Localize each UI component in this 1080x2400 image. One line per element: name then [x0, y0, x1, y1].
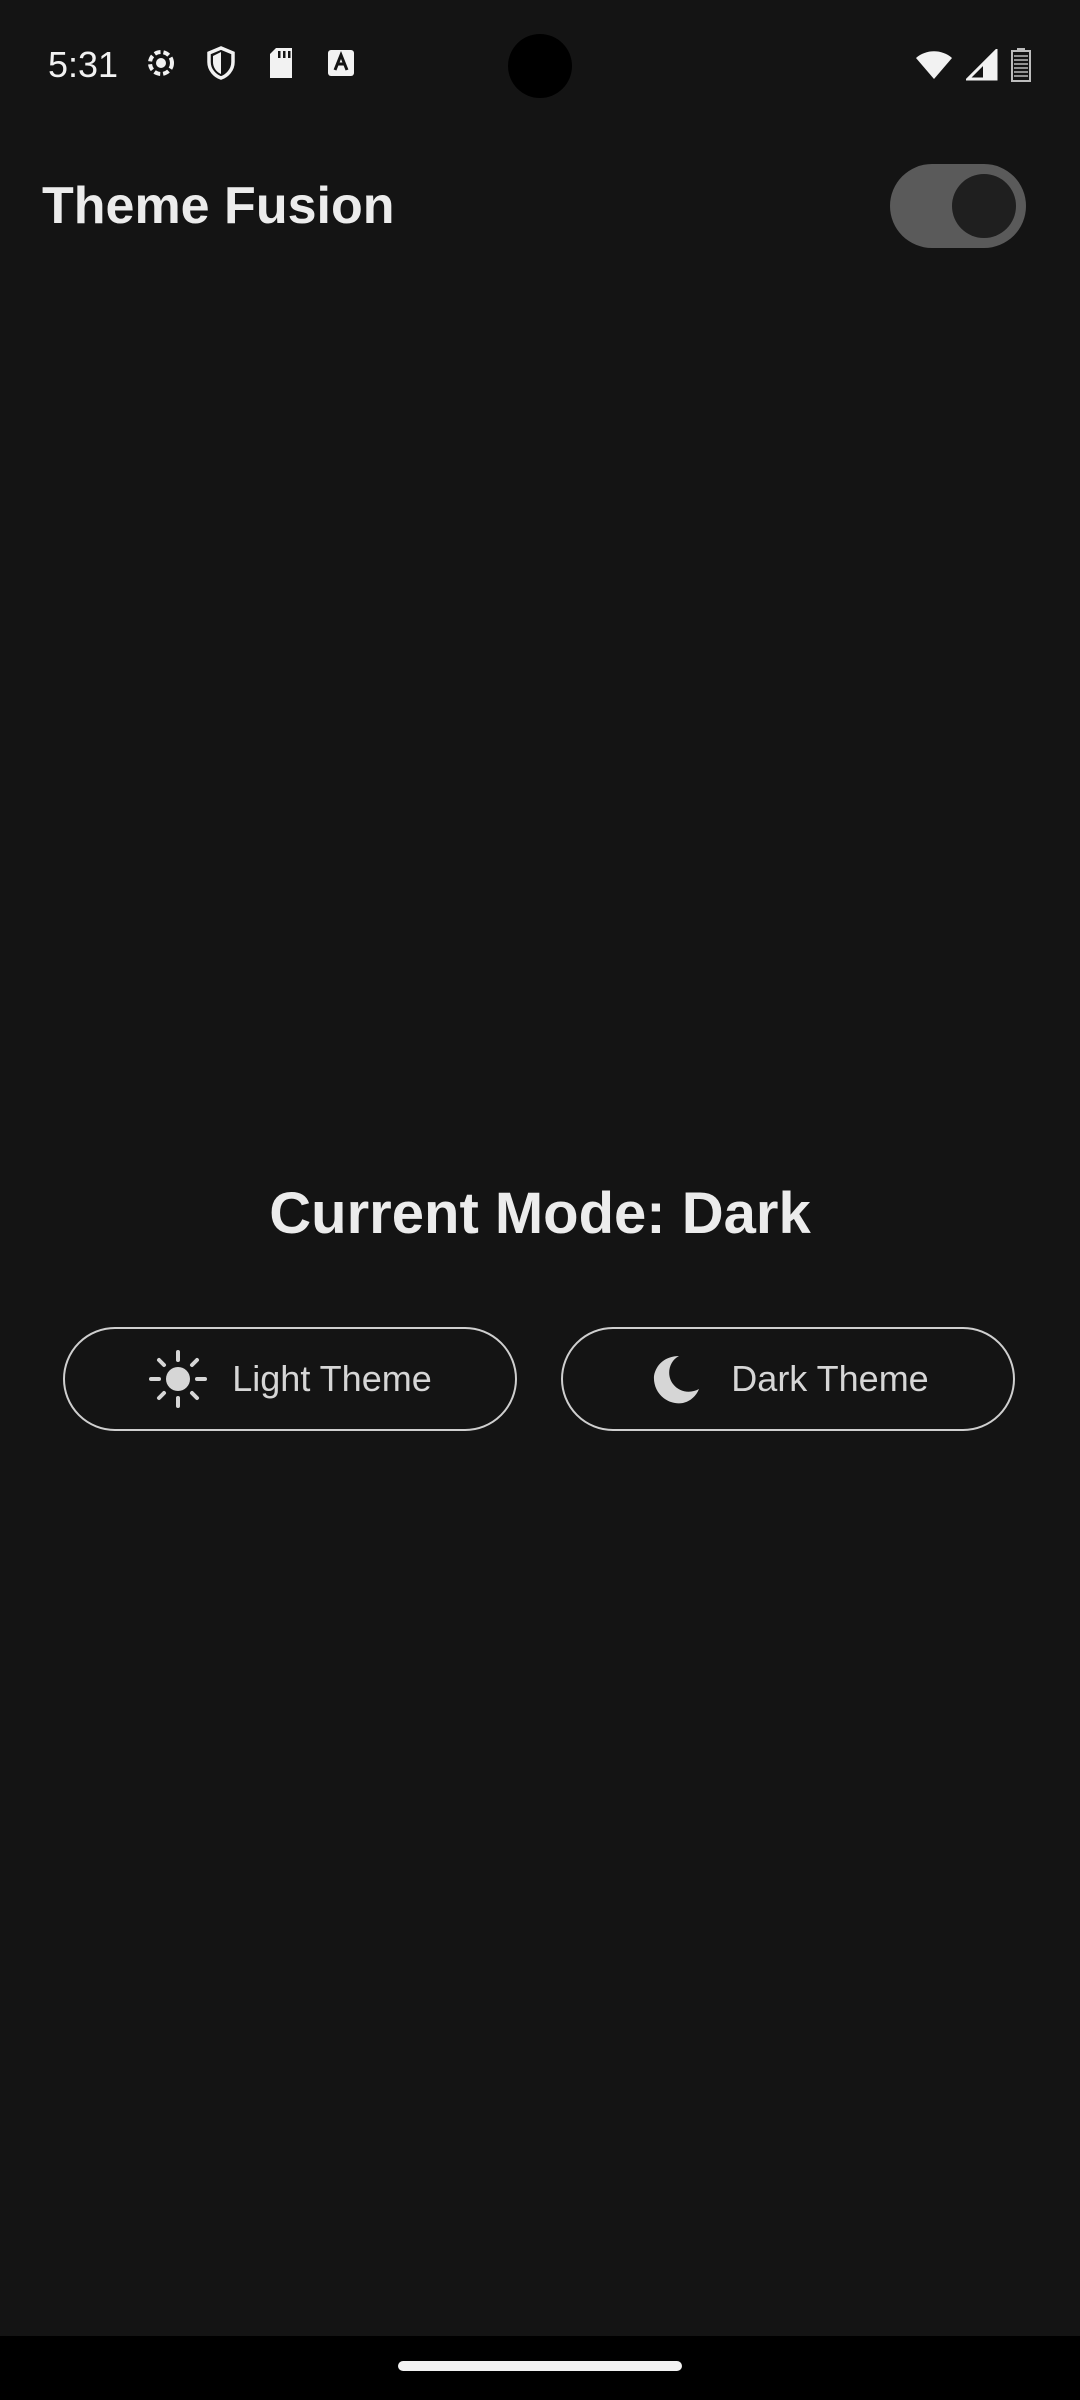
dark-theme-button[interactable]: Dark Theme [561, 1327, 1015, 1431]
shield-icon [204, 46, 238, 80]
settings-gear-icon [144, 46, 178, 80]
font-a-icon [324, 46, 358, 80]
sd-card-icon [264, 46, 298, 80]
theme-toggle-switch[interactable] [890, 164, 1026, 248]
signal-icon [964, 47, 998, 86]
camera-cutout [508, 34, 572, 98]
wifi-icon [914, 49, 954, 86]
status-system-icons [914, 47, 1032, 87]
sun-icon [148, 1349, 208, 1409]
home-indicator[interactable] [398, 2361, 682, 2371]
app-title: Theme Fusion [42, 177, 395, 235]
dark-theme-label: Dark Theme [731, 1358, 929, 1399]
light-theme-label: Light Theme [232, 1358, 432, 1399]
moon-icon [647, 1349, 707, 1409]
battery-icon [1010, 48, 1032, 87]
status-bar: 5:31 [0, 0, 1080, 132]
current-mode-label: Current Mode: Dark [269, 1181, 811, 1246]
toggle-knob [952, 174, 1016, 238]
status-notification-icons [144, 46, 358, 80]
light-theme-button[interactable]: Light Theme [63, 1327, 517, 1431]
status-time: 5:31 [48, 44, 119, 85]
